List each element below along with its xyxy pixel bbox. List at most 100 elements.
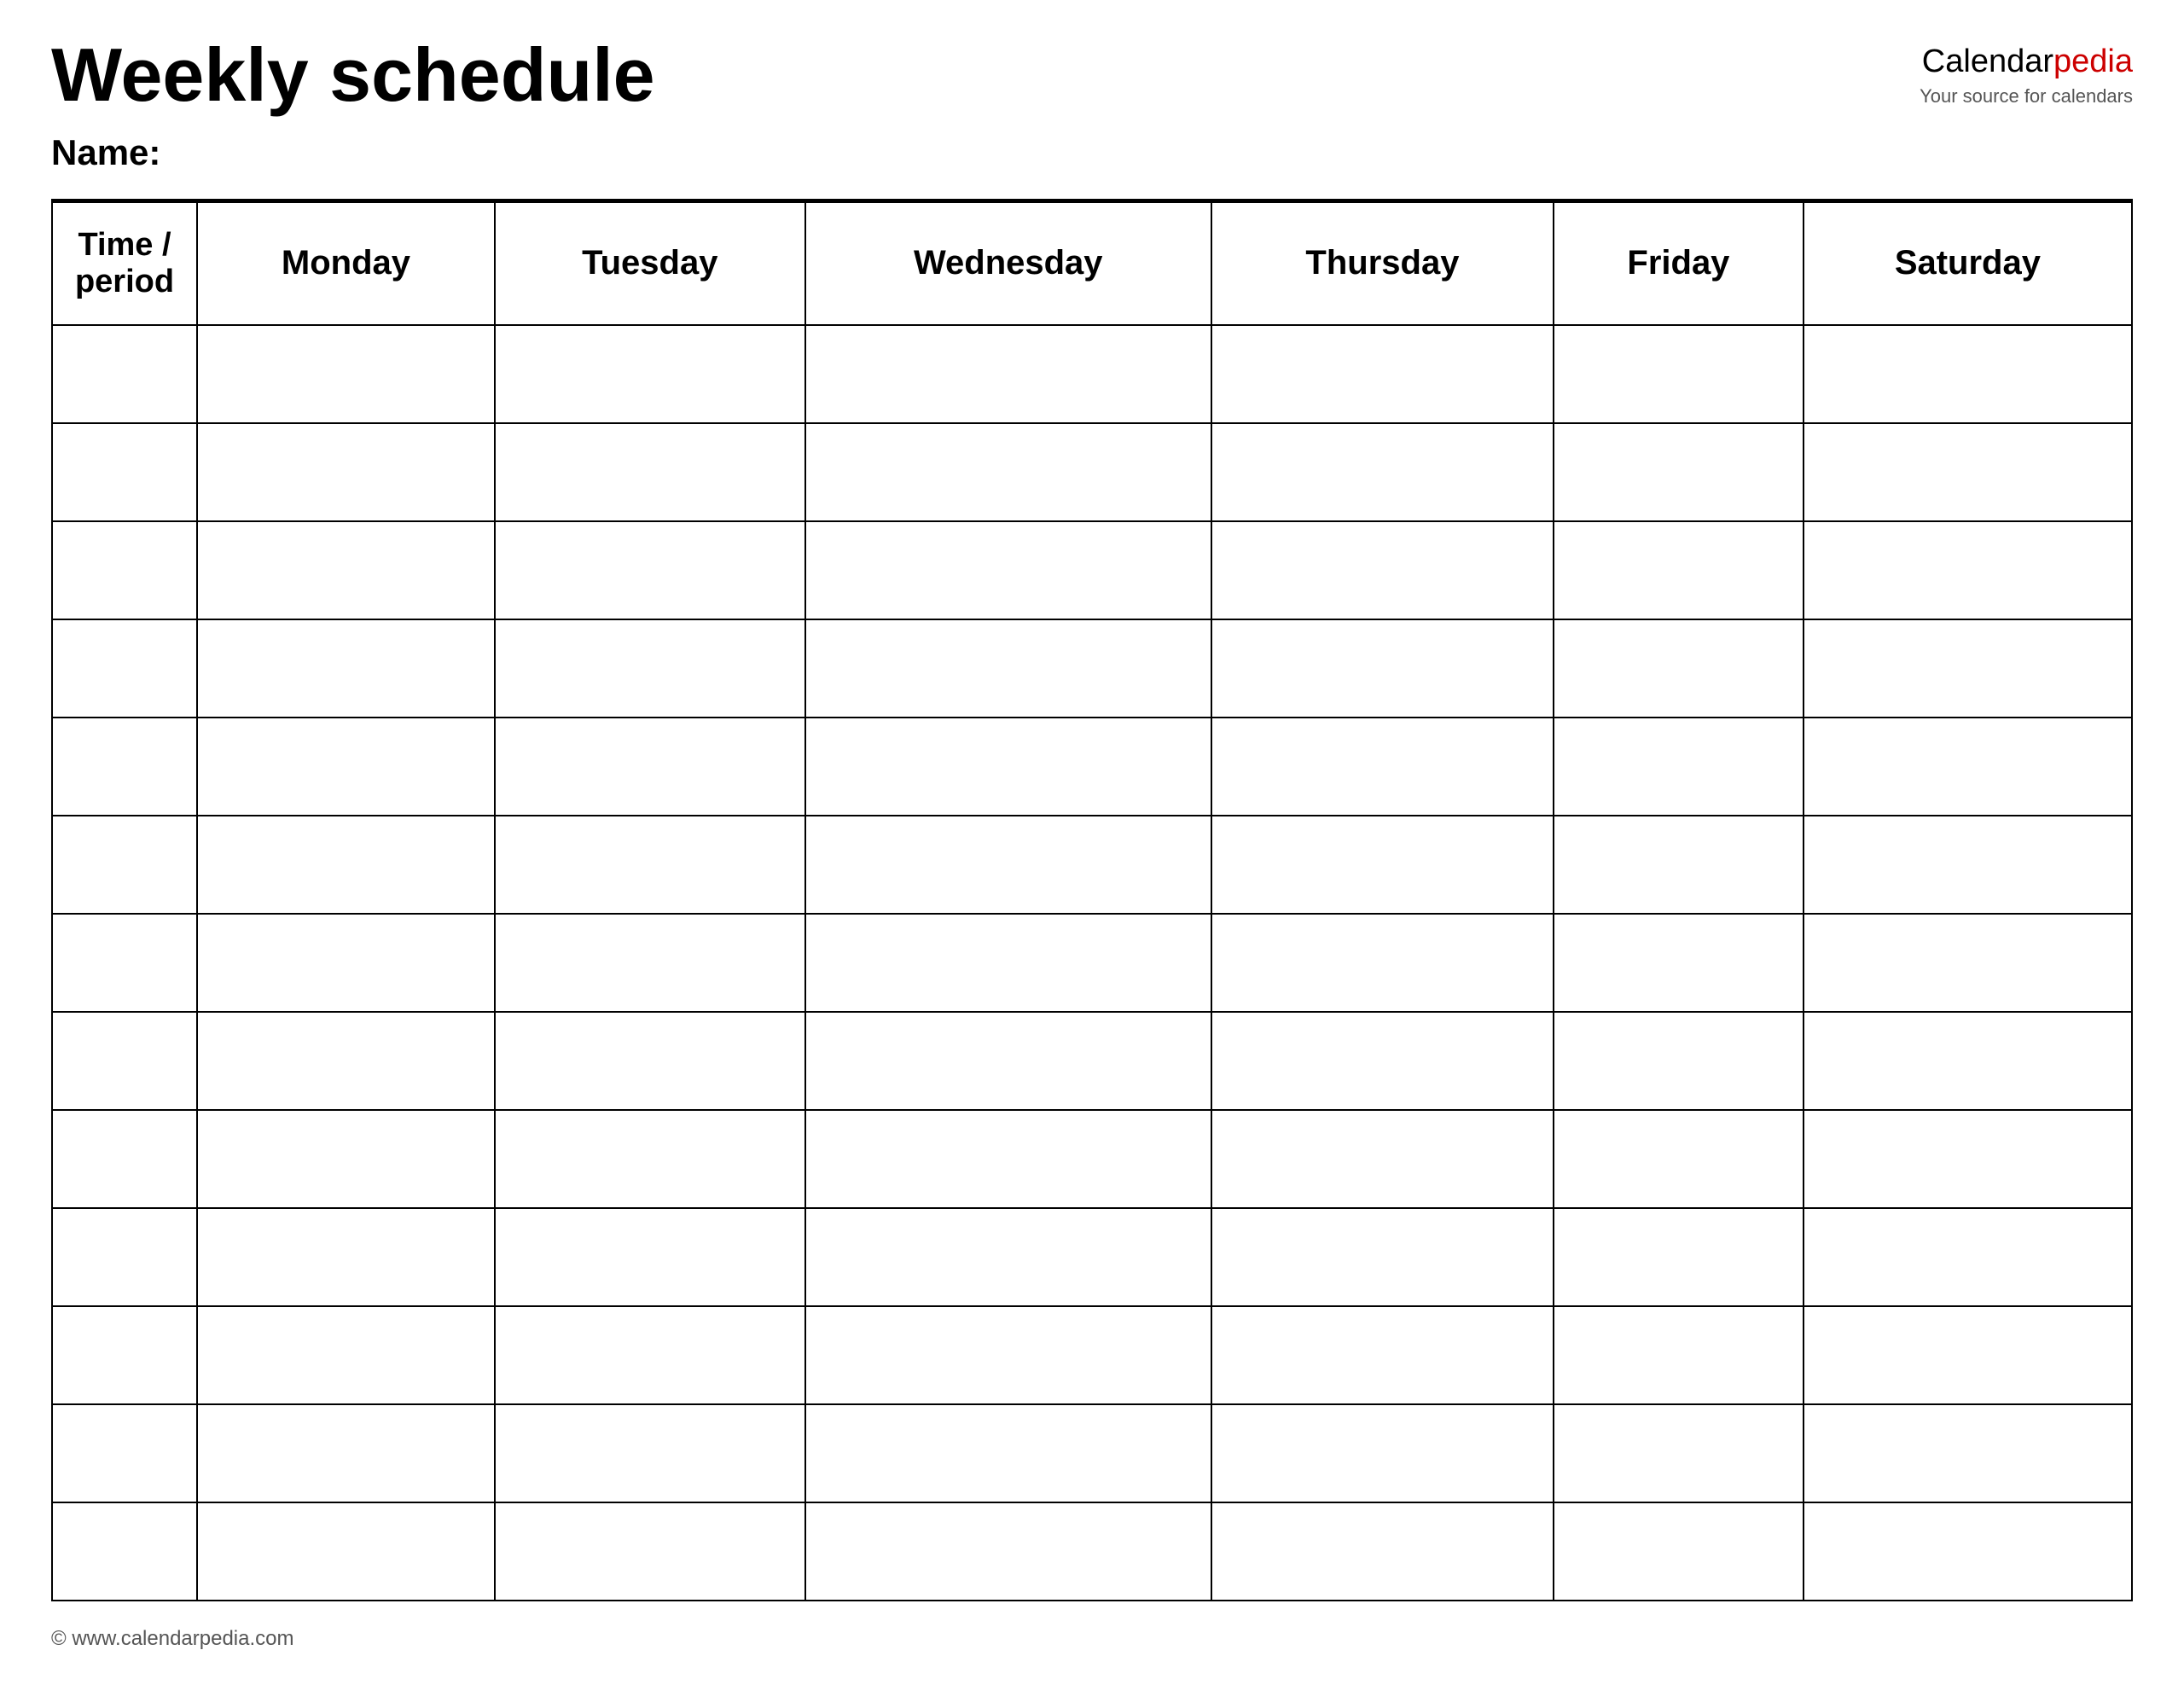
friday-cell[interactable] xyxy=(1554,1404,1804,1502)
thursday-cell[interactable] xyxy=(1211,1012,1554,1110)
tuesday-cell[interactable] xyxy=(495,619,805,718)
thursday-cell[interactable] xyxy=(1211,423,1554,521)
saturday-cell[interactable] xyxy=(1804,816,2132,914)
tuesday-cell[interactable] xyxy=(495,1110,805,1208)
wednesday-cell[interactable] xyxy=(805,1012,1211,1110)
footer-url: © www.calendarpedia.com xyxy=(51,1627,293,1650)
saturday-cell[interactable] xyxy=(1804,325,2132,423)
saturday-cell[interactable] xyxy=(1804,521,2132,619)
monday-cell[interactable] xyxy=(197,1110,495,1208)
saturday-cell[interactable] xyxy=(1804,1208,2132,1306)
tuesday-cell[interactable] xyxy=(495,423,805,521)
monday-cell[interactable] xyxy=(197,1306,495,1404)
friday-cell[interactable] xyxy=(1554,718,1804,816)
time-cell[interactable] xyxy=(52,1110,197,1208)
friday-cell[interactable] xyxy=(1554,619,1804,718)
time-cell[interactable] xyxy=(52,1208,197,1306)
friday-cell[interactable] xyxy=(1554,423,1804,521)
wednesday-cell[interactable] xyxy=(805,1110,1211,1208)
saturday-cell[interactable] xyxy=(1804,1404,2132,1502)
wednesday-cell[interactable] xyxy=(805,816,1211,914)
saturday-cell[interactable] xyxy=(1804,718,2132,816)
monday-cell[interactable] xyxy=(197,816,495,914)
table-header-row: Time / period Monday Tuesday Wednesday T… xyxy=(52,202,2132,325)
wednesday-cell[interactable] xyxy=(805,325,1211,423)
thursday-cell[interactable] xyxy=(1211,619,1554,718)
tuesday-cell[interactable] xyxy=(495,521,805,619)
time-cell[interactable] xyxy=(52,619,197,718)
wednesday-cell[interactable] xyxy=(805,1404,1211,1502)
friday-cell[interactable] xyxy=(1554,1012,1804,1110)
wednesday-cell[interactable] xyxy=(805,1306,1211,1404)
thursday-cell[interactable] xyxy=(1211,816,1554,914)
monday-cell[interactable] xyxy=(197,1502,495,1601)
wednesday-cell[interactable] xyxy=(805,1208,1211,1306)
friday-cell[interactable] xyxy=(1554,914,1804,1012)
saturday-cell[interactable] xyxy=(1804,1502,2132,1601)
time-cell[interactable] xyxy=(52,816,197,914)
wednesday-cell[interactable] xyxy=(805,619,1211,718)
monday-cell[interactable] xyxy=(197,521,495,619)
col-header-saturday: Saturday xyxy=(1804,202,2132,325)
friday-cell[interactable] xyxy=(1554,816,1804,914)
tuesday-cell[interactable] xyxy=(495,1208,805,1306)
tuesday-cell[interactable] xyxy=(495,325,805,423)
time-cell[interactable] xyxy=(52,423,197,521)
tuesday-cell[interactable] xyxy=(495,914,805,1012)
thursday-cell[interactable] xyxy=(1211,1208,1554,1306)
page-title: Weekly schedule xyxy=(51,34,655,117)
time-cell[interactable] xyxy=(52,1404,197,1502)
monday-cell[interactable] xyxy=(197,1012,495,1110)
wednesday-cell[interactable] xyxy=(805,914,1211,1012)
monday-cell[interactable] xyxy=(197,1208,495,1306)
thursday-cell[interactable] xyxy=(1211,1110,1554,1208)
monday-cell[interactable] xyxy=(197,914,495,1012)
table-row xyxy=(52,423,2132,521)
col-header-friday: Friday xyxy=(1554,202,1804,325)
tuesday-cell[interactable] xyxy=(495,816,805,914)
thursday-cell[interactable] xyxy=(1211,1502,1554,1601)
wednesday-cell[interactable] xyxy=(805,521,1211,619)
wednesday-cell[interactable] xyxy=(805,1502,1211,1601)
time-cell[interactable] xyxy=(52,325,197,423)
footer: © www.calendarpedia.com xyxy=(51,1627,2133,1651)
friday-cell[interactable] xyxy=(1554,1502,1804,1601)
friday-cell[interactable] xyxy=(1554,1306,1804,1404)
thursday-cell[interactable] xyxy=(1211,325,1554,423)
monday-cell[interactable] xyxy=(197,619,495,718)
saturday-cell[interactable] xyxy=(1804,914,2132,1012)
friday-cell[interactable] xyxy=(1554,521,1804,619)
time-cell[interactable] xyxy=(52,914,197,1012)
time-cell[interactable] xyxy=(52,521,197,619)
time-cell[interactable] xyxy=(52,1012,197,1110)
thursday-cell[interactable] xyxy=(1211,1306,1554,1404)
tuesday-cell[interactable] xyxy=(495,1502,805,1601)
name-label: Name: xyxy=(51,132,655,173)
tuesday-cell[interactable] xyxy=(495,718,805,816)
logo-text: Calendarpedia xyxy=(1922,43,2133,82)
thursday-cell[interactable] xyxy=(1211,718,1554,816)
saturday-cell[interactable] xyxy=(1804,619,2132,718)
friday-cell[interactable] xyxy=(1554,1110,1804,1208)
monday-cell[interactable] xyxy=(197,325,495,423)
thursday-cell[interactable] xyxy=(1211,914,1554,1012)
time-cell[interactable] xyxy=(52,1306,197,1404)
thursday-cell[interactable] xyxy=(1211,521,1554,619)
monday-cell[interactable] xyxy=(197,423,495,521)
tuesday-cell[interactable] xyxy=(495,1012,805,1110)
friday-cell[interactable] xyxy=(1554,1208,1804,1306)
time-cell[interactable] xyxy=(52,1502,197,1601)
time-cell[interactable] xyxy=(52,718,197,816)
monday-cell[interactable] xyxy=(197,718,495,816)
saturday-cell[interactable] xyxy=(1804,1110,2132,1208)
tuesday-cell[interactable] xyxy=(495,1306,805,1404)
saturday-cell[interactable] xyxy=(1804,1012,2132,1110)
wednesday-cell[interactable] xyxy=(805,423,1211,521)
thursday-cell[interactable] xyxy=(1211,1404,1554,1502)
tuesday-cell[interactable] xyxy=(495,1404,805,1502)
friday-cell[interactable] xyxy=(1554,325,1804,423)
saturday-cell[interactable] xyxy=(1804,1306,2132,1404)
wednesday-cell[interactable] xyxy=(805,718,1211,816)
saturday-cell[interactable] xyxy=(1804,423,2132,521)
monday-cell[interactable] xyxy=(197,1404,495,1502)
